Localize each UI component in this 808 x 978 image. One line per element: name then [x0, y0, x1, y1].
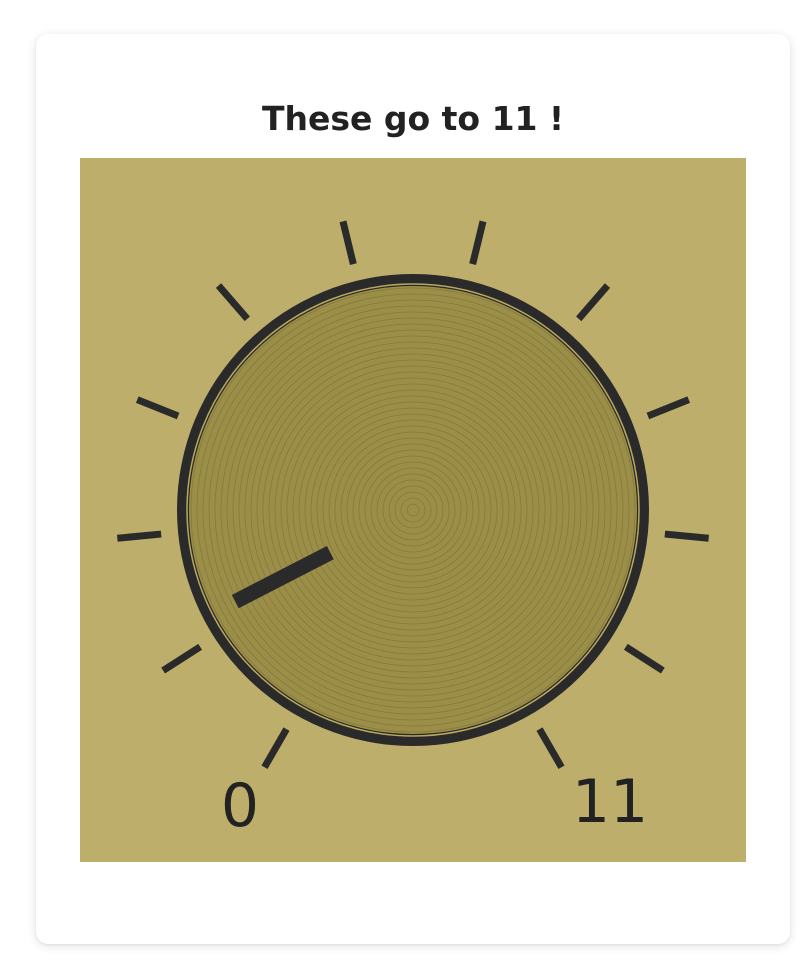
scale-max-label: 11: [572, 767, 648, 837]
tick-mark: [117, 530, 162, 542]
volume-knob[interactable]: 0 11: [80, 158, 746, 862]
card-title: These go to 11 !: [261, 99, 565, 138]
scale-min-label: 0: [221, 771, 259, 841]
page: These go to 11 ! 0 11: [0, 0, 808, 978]
knob-panel: 0 11: [80, 158, 746, 862]
tick-mark: [664, 530, 709, 542]
